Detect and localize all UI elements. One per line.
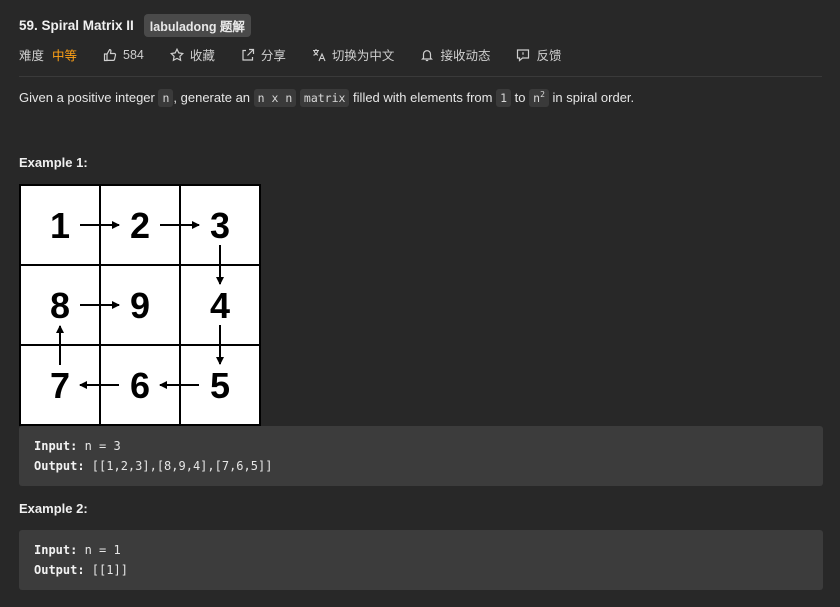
input-label: Input: — [34, 439, 78, 453]
inline-code: n x n — [253, 89, 297, 107]
feedback-label: 反馈 — [536, 49, 562, 63]
input-value: n = 3 — [77, 439, 121, 453]
inline-code: n2 — [529, 89, 549, 107]
description-text: filled with elements from — [349, 90, 497, 105]
inline-code-superscript: 2 — [540, 90, 545, 100]
output-label: Output: — [34, 459, 85, 473]
subscribe-button[interactable]: 接收动态 — [420, 45, 490, 64]
translate-label: 切换为中文 — [331, 49, 395, 63]
output-value: [[1,2,3],[8,9,4],[7,6,5]] — [84, 459, 273, 473]
input-label: Input: — [34, 543, 78, 557]
problem-header: 59. Spiral Matrix II labuladong 题解 — [19, 14, 251, 37]
subscribe-label: 接收动态 — [440, 49, 491, 63]
matrix-cell-value: 3 — [210, 205, 230, 246]
matrix-cell-value: 4 — [210, 285, 230, 326]
description-text: to — [511, 90, 530, 105]
favorite-label: 收藏 — [189, 49, 215, 63]
feedback-button[interactable]: 反馈 — [516, 45, 561, 64]
translate-button[interactable]: 切换为中文 — [312, 45, 395, 64]
inline-code: 1 — [496, 89, 512, 107]
difficulty-label: 难度 — [19, 49, 45, 63]
header-divider — [19, 76, 822, 77]
favorite-button[interactable]: 收藏 — [169, 45, 215, 64]
matrix-cell-value: 1 — [50, 205, 70, 246]
share-label: 分享 — [260, 49, 286, 63]
thumbs-up-icon — [103, 48, 117, 62]
matrix-cell-value: 6 — [130, 365, 150, 406]
share-icon — [241, 48, 255, 62]
output-value: [[1]] — [84, 563, 128, 577]
matrix-cell-value: 8 — [50, 285, 70, 326]
feedback-icon — [516, 48, 530, 62]
problem-title: 59. Spiral Matrix II — [19, 18, 134, 33]
share-button[interactable]: 分享 — [241, 45, 286, 64]
description-text: , generate an — [173, 90, 254, 105]
example-1-title: Example 1: — [19, 155, 88, 170]
matrix-cell-value: 7 — [50, 365, 70, 406]
matrix-cell-value: 2 — [130, 205, 150, 246]
example-2-output: Output: [[1]] — [34, 563, 128, 577]
problem-meta-bar: 难度 中等 584 收藏 分享 切换为中文 接收动态 反馈 — [19, 45, 587, 64]
example-2-input: Input: n = 1 — [34, 543, 121, 557]
matrix-cell-value: 9 — [130, 285, 150, 326]
description-text: Given a positive integer — [19, 90, 159, 105]
like-count: 584 — [123, 47, 144, 62]
example-2-title: Example 2: — [19, 501, 88, 516]
matrix-cell-value: 5 — [210, 365, 230, 406]
translate-icon — [312, 48, 326, 62]
example-1-code: Input: n = 3 Output: [[1,2,3],[8,9,4],[7… — [19, 426, 823, 486]
example-2-code: Input: n = 1 Output: [[1]] — [19, 530, 823, 590]
like-button[interactable]: 584 — [103, 48, 144, 62]
input-value: n = 1 — [77, 543, 121, 557]
description-text: in spiral order. — [548, 90, 635, 105]
example-1-input: Input: n = 3 — [34, 439, 121, 453]
bell-icon — [420, 48, 434, 62]
output-label: Output: — [34, 563, 85, 577]
spiral-matrix-diagram: 1 2 3 8 9 4 7 6 5 — [19, 184, 261, 426]
spiral-matrix-image: 1 2 3 8 9 4 7 6 5 — [19, 184, 261, 426]
example-1-output: Output: [[1,2,3],[8,9,4],[7,6,5]] — [34, 459, 272, 473]
inline-code: matrix — [299, 89, 350, 107]
inline-code: n — [158, 89, 174, 107]
solution-badge[interactable]: labuladong 题解 — [143, 14, 251, 37]
star-icon — [169, 47, 184, 62]
difficulty-value: 中等 — [52, 49, 78, 63]
problem-description: Given a positive integer n, generate an … — [19, 89, 635, 107]
